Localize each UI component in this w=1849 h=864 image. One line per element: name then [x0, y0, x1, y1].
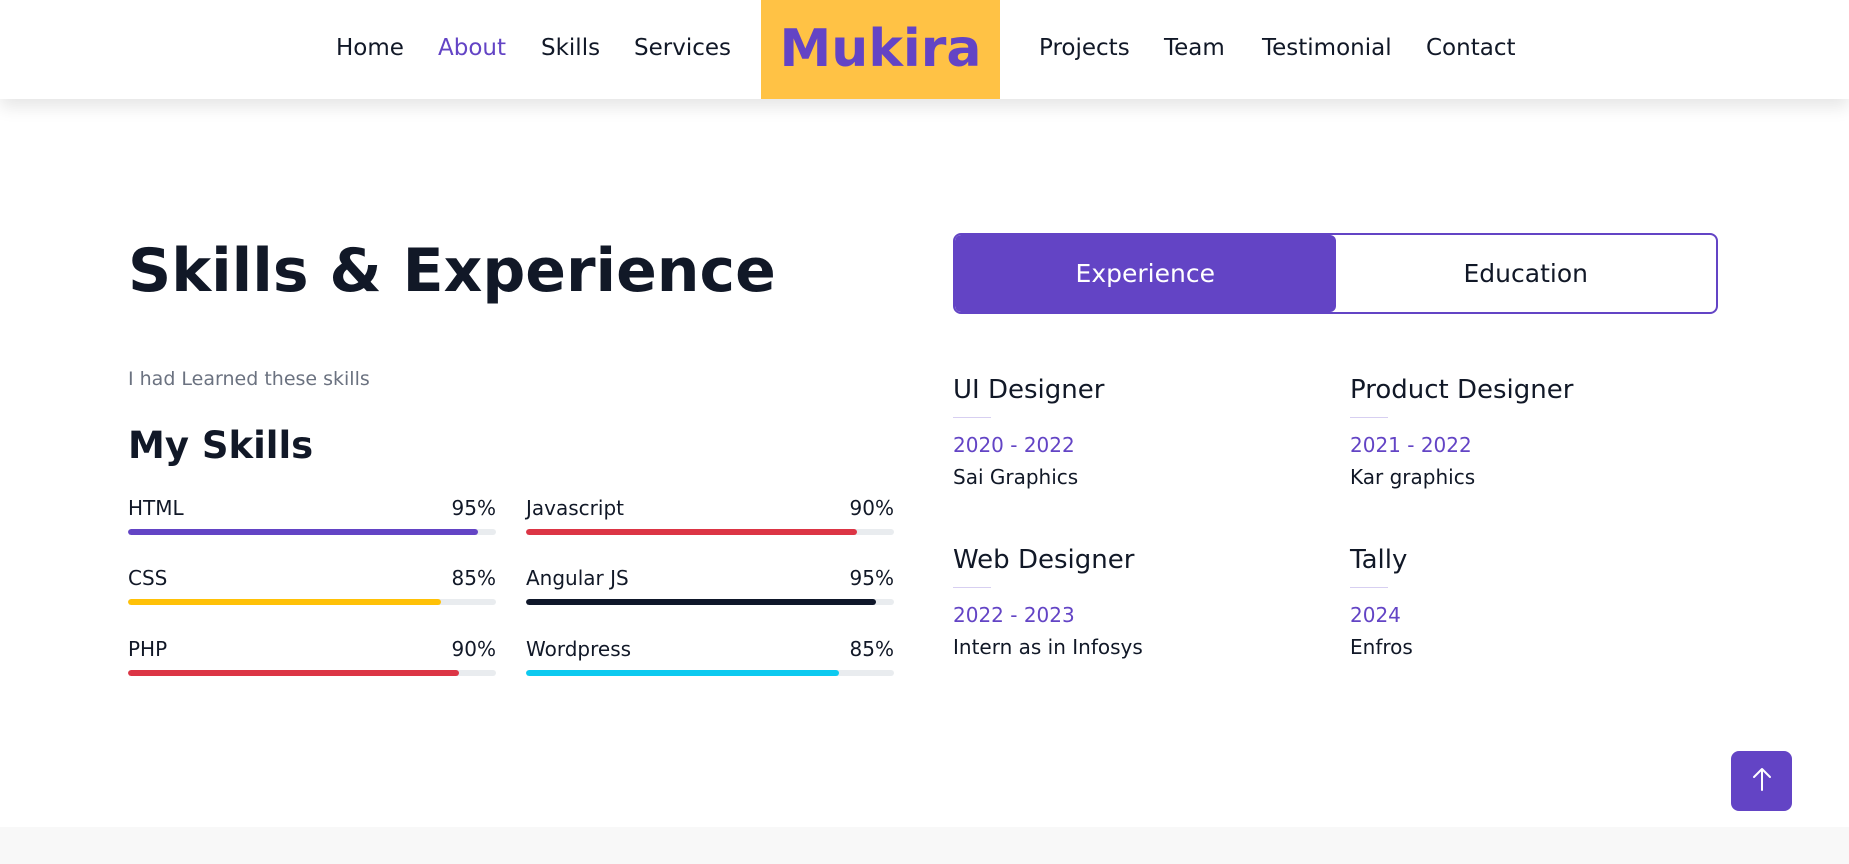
skill-percent: 90% — [451, 637, 496, 661]
skill-item-wordpress: Wordpress 85% — [526, 636, 894, 676]
skill-item-javascript: Javascript 90% — [526, 495, 894, 535]
skill-name: Wordpress — [526, 637, 632, 661]
nav-link-testimonial[interactable]: Testimonial — [1262, 0, 1392, 99]
experience-years: 2024 — [1350, 603, 1401, 627]
experience-role: Tally — [1350, 545, 1408, 575]
nav-link-about[interactable]: About — [438, 0, 506, 99]
skill-name: HTML — [128, 496, 184, 520]
skill-percent: 85% — [849, 637, 894, 661]
divider — [953, 417, 991, 418]
section-title: Skills & Experience — [128, 236, 776, 306]
divider — [1350, 417, 1388, 418]
experience-company: Enfros — [1350, 635, 1413, 659]
skill-item-css: CSS 85% — [128, 565, 496, 605]
skill-progress-track — [526, 670, 894, 676]
skill-progress-fill — [526, 599, 876, 605]
navbar: Home About Skills Services Mukira Projec… — [0, 0, 1849, 99]
skill-progress-track — [128, 670, 496, 676]
experience-years: 2021 - 2022 — [1350, 433, 1472, 457]
nav-link-contact[interactable]: Contact — [1426, 0, 1515, 99]
skill-item-html: HTML 95% — [128, 495, 496, 535]
skill-progress-fill — [128, 529, 478, 535]
experience-years: 2022 - 2023 — [953, 603, 1075, 627]
skill-name: Angular JS — [526, 566, 629, 590]
skill-percent: 85% — [451, 566, 496, 590]
nav-link-projects[interactable]: Projects — [1039, 0, 1130, 99]
experience-role: Product Designer — [1350, 375, 1574, 405]
skill-progress-fill — [526, 670, 839, 676]
experience-company: Kar graphics — [1350, 465, 1476, 489]
footer-band — [0, 827, 1849, 864]
skill-percent: 95% — [849, 566, 894, 590]
skill-percent: 90% — [849, 496, 894, 520]
skill-progress-fill — [526, 529, 858, 535]
nav-link-team[interactable]: Team — [1164, 0, 1225, 99]
experience-item: UI Designer 2020 - 2022 Sai Graphics — [953, 373, 1333, 490]
skill-item-php: PHP 90% — [128, 636, 496, 676]
arrow-up-icon — [1751, 766, 1773, 796]
experience-item: Web Designer 2022 - 2023 Intern as in In… — [953, 543, 1333, 660]
skill-name: Javascript — [526, 496, 624, 520]
section-subtitle: I had Learned these skills — [128, 368, 370, 390]
experience-company: Intern as in Infosys — [953, 635, 1143, 659]
skills-heading: My Skills — [128, 424, 314, 467]
skill-progress-fill — [128, 670, 460, 676]
tab-experience[interactable]: Experience — [955, 235, 1336, 312]
divider — [953, 587, 991, 588]
experience-item: Tally 2024 Enfros — [1350, 543, 1730, 660]
experience-education-tabs: Experience Education — [953, 233, 1718, 314]
skill-progress-track — [128, 529, 496, 535]
divider — [1350, 587, 1388, 588]
skill-item-angular-js: Angular JS 95% — [526, 565, 894, 605]
experience-role: Web Designer — [953, 545, 1135, 575]
nav-link-skills[interactable]: Skills — [541, 0, 600, 99]
experience-company: Sai Graphics — [953, 465, 1079, 489]
tab-education[interactable]: Education — [1336, 235, 1717, 312]
experience-item: Product Designer 2021 - 2022 Kar graphic… — [1350, 373, 1730, 490]
skill-name: CSS — [128, 566, 168, 590]
brand-logo[interactable]: Mukira — [761, 0, 1000, 99]
back-to-top-button[interactable] — [1731, 751, 1792, 811]
skill-percent: 95% — [451, 496, 496, 520]
nav-link-home[interactable]: Home — [336, 0, 404, 99]
skill-progress-track — [526, 529, 894, 535]
skill-name: PHP — [128, 637, 168, 661]
skill-progress-track — [526, 599, 894, 605]
skill-progress-fill — [128, 599, 441, 605]
skill-progress-track — [128, 599, 496, 605]
experience-years: 2020 - 2022 — [953, 433, 1075, 457]
nav-link-services[interactable]: Services — [634, 0, 731, 99]
experience-role: UI Designer — [953, 375, 1105, 405]
